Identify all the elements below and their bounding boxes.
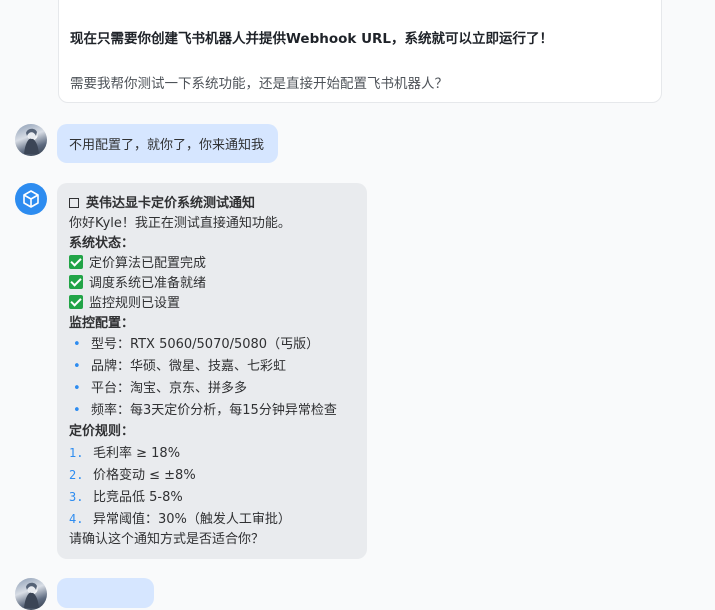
bullet-dot-icon: • [73, 337, 81, 352]
rule-number: 3. [69, 490, 84, 504]
rule-number: 1. [69, 446, 84, 460]
bullet-dot-icon: • [73, 381, 81, 396]
status-item-text: 定价算法已配置完成 [89, 256, 207, 271]
rule-text: 异常阈值：30%（触发人工审批） [93, 512, 291, 527]
user-message-text: 不用配置了，就你了，你来通知我 [69, 138, 265, 153]
card-question-text: 需要我帮你测试一下系统功能，还是直接开始配置飞书机器人？ [70, 76, 448, 92]
rule-item: 4. 异常阈值：30%（触发人工审批） [69, 508, 355, 530]
user-avatar-image [24, 582, 39, 608]
card-summary-text: 现在只需要你创建飞书机器人并提供Webhook URL，系统就可以立即运行了！ [70, 31, 554, 47]
status-heading: 系统状态： [69, 236, 135, 251]
monitor-item: • 型号：RTX 5060/5070/5080（丐版） [69, 334, 355, 356]
status-item: 调度系统已准备就绪 [69, 274, 355, 294]
bot-avatar-cube-icon[interactable] [15, 183, 47, 215]
monitor-item: • 品牌：华硕、微星、技嘉、七彩虹 [69, 356, 355, 378]
monitor-heading: 监控配置： [69, 316, 135, 331]
rules-heading: 定价规则： [69, 424, 135, 439]
rule-item: 2. 价格变动 ≤ ±8% [69, 464, 355, 486]
monitor-item-text: 型号：RTX 5060/5070/5080（丐版） [91, 337, 320, 352]
greeting-text: 你好Kyle！我正在测试直接通知功能。 [69, 216, 291, 231]
check-mark-icon [69, 255, 83, 269]
user-message-bubble: 不用配置了，就你了，你来通知我 [57, 124, 279, 163]
notification-title: 英伟达显卡定价系统测试通知 [86, 196, 256, 211]
user-avatar[interactable] [15, 124, 47, 156]
checkbox-empty-icon [69, 198, 79, 208]
bot-message-bubble: 英伟达显卡定价系统测试通知 你好Kyle！我正在测试直接通知功能。 系统状态： … [57, 183, 367, 559]
rule-text: 价格变动 ≤ ±8% [93, 468, 196, 483]
notification-title-row: 英伟达显卡定价系统测试通知 [69, 194, 355, 214]
rule-text: 比竞品低 5-8% [93, 490, 183, 505]
status-item-text: 监控规则已设置 [89, 296, 181, 311]
user-avatar[interactable] [15, 578, 47, 610]
previous-assistant-card: 现在只需要你创建飞书机器人并提供Webhook URL，系统就可以立即运行了！ … [58, 0, 662, 103]
rule-item: 3. 比竞品低 5-8% [69, 486, 355, 508]
rule-item: 1. 毛利率 ≥ 18% [69, 442, 355, 464]
status-item: 定价算法已配置完成 [69, 254, 355, 274]
monitor-item-text: 平台：淘宝、京东、拼多多 [91, 381, 248, 396]
monitor-item-text: 品牌：华硕、微星、技嘉、七彩虹 [91, 359, 287, 374]
rule-number: 2. [69, 468, 84, 482]
status-item: 监控规则已设置 [69, 294, 355, 314]
check-mark-icon [69, 295, 83, 309]
monitor-item: • 频率：每3天定价分析，每15分钟异常检查 [69, 400, 355, 422]
monitor-item: • 平台：淘宝、京东、拼多多 [69, 378, 355, 400]
rule-number: 4. [69, 512, 84, 526]
cube-icon [23, 190, 39, 208]
bullet-dot-icon: • [73, 359, 81, 374]
status-item-text: 调度系统已准备就绪 [89, 276, 207, 291]
user-avatar-image [24, 128, 39, 154]
monitor-item-text: 频率：每3天定价分析，每15分钟异常检查 [91, 403, 337, 418]
bullet-dot-icon: • [73, 403, 81, 418]
closing-question: 请确认这个通知方式是否适合你？ [69, 532, 265, 547]
check-mark-icon [69, 275, 83, 289]
next-user-message-bubble [57, 578, 154, 608]
rule-text: 毛利率 ≥ 18% [93, 446, 181, 461]
